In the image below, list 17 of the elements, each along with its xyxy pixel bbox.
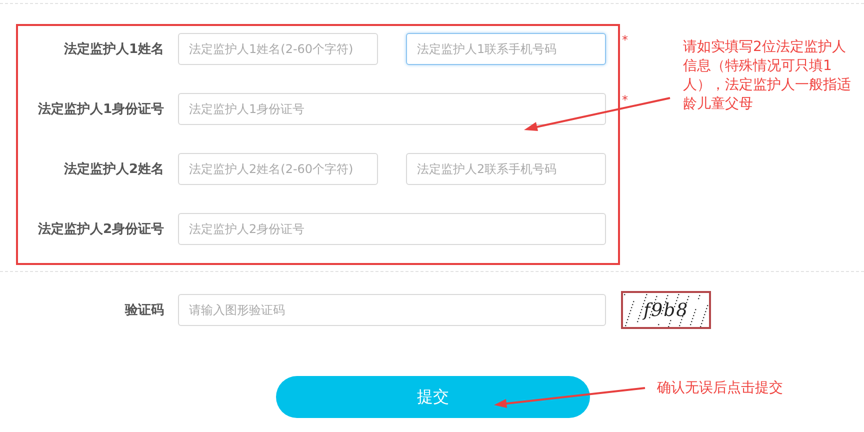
input-field[interactable]: 法定监护人2联系手机号码: [406, 153, 606, 185]
field-label: 法定监护人2姓名: [62, 160, 164, 178]
required-mark: *: [622, 33, 628, 47]
field-label: 验证码: [124, 302, 164, 319]
input-field[interactable]: 法定监护人2身份证号: [178, 213, 606, 245]
input-field[interactable]: 法定监护人1身份证号: [178, 93, 606, 125]
annotation-text: 请如实填写2位法定监护人信息（特殊情况可只填1人），法定监护人一般指适龄儿童父母: [683, 38, 852, 114]
captcha-image[interactable]: f9b8: [621, 291, 711, 329]
annotation-text: 确认无误后点击提交: [657, 379, 783, 398]
input-field[interactable]: 法定监护人1姓名(2-60个字符): [178, 33, 378, 65]
input-field[interactable]: 请输入图形验证码: [178, 294, 606, 326]
input-field[interactable]: 法定监护人2姓名(2-60个字符): [178, 153, 378, 185]
input-field[interactable]: 法定监护人1联系手机号码: [406, 33, 606, 65]
field-label: 法定监护人1姓名: [62, 40, 164, 58]
required-mark: *: [622, 93, 628, 107]
field-label: 法定监护人1身份证号: [36, 100, 164, 118]
field-label: 法定监护人2身份证号: [36, 220, 164, 238]
